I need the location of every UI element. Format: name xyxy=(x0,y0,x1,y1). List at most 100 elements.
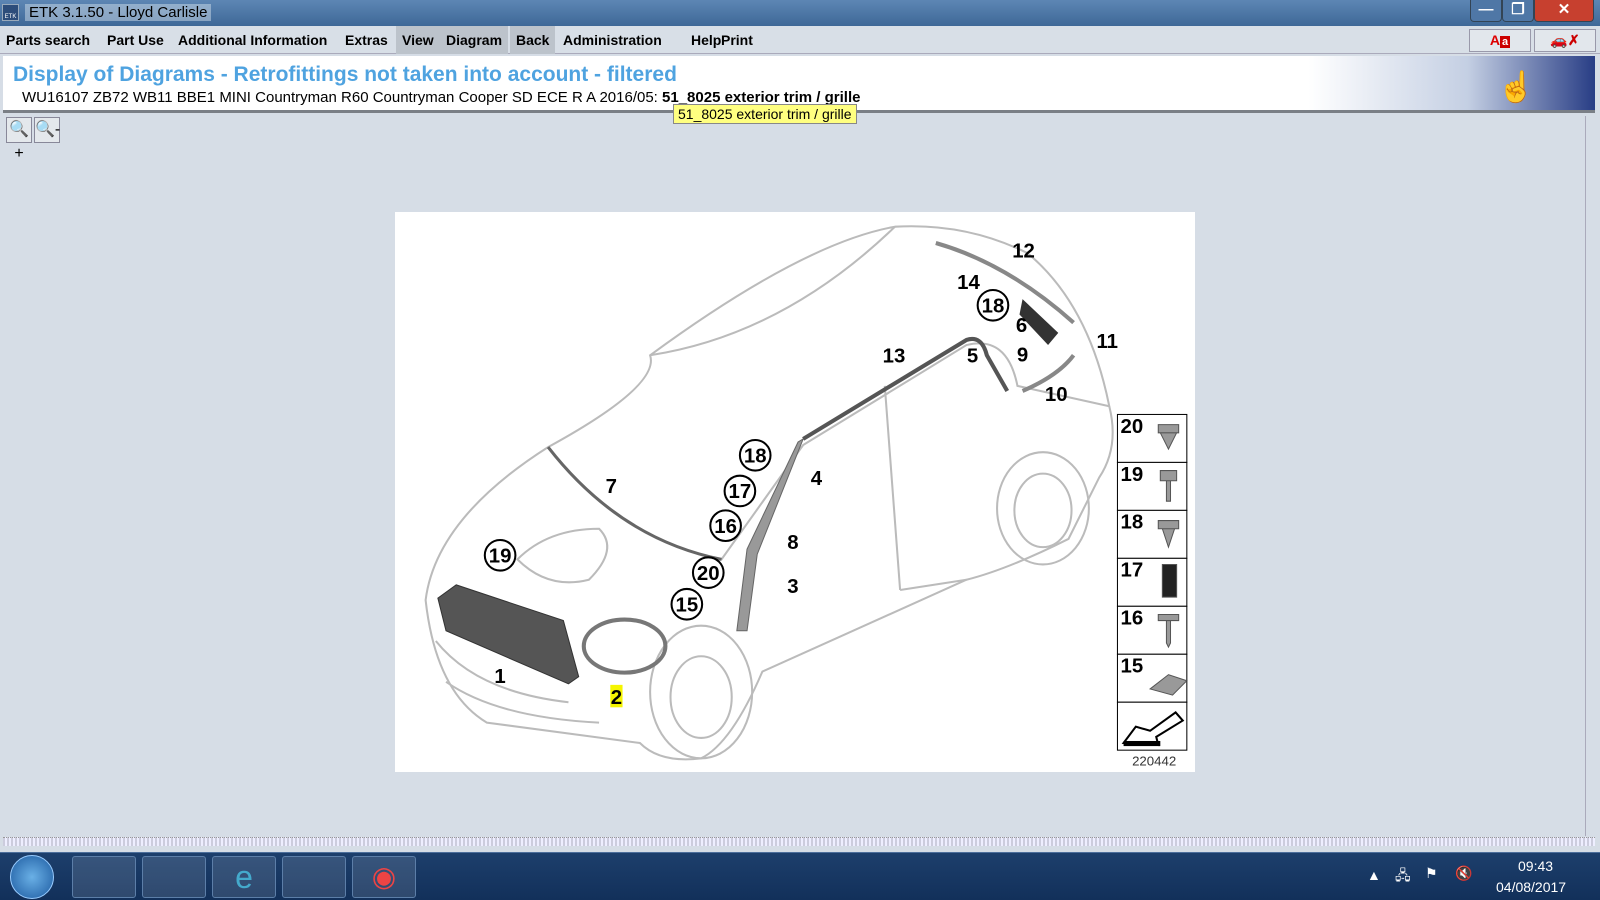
rear-trim-part[interactable] xyxy=(935,241,1076,393)
callout-label: 19 xyxy=(489,545,512,567)
menu-diagram[interactable]: Diagram xyxy=(440,26,509,54)
zoom-in-icon: 🔍+ xyxy=(9,121,29,162)
callout-14[interactable]: 14 xyxy=(957,272,980,294)
font-toggle-icon: A xyxy=(1489,32,1500,48)
internet-explorer-icon: e xyxy=(235,859,253,895)
callout-label: 7 xyxy=(606,476,617,498)
menu-part-use[interactable]: Part Use xyxy=(101,26,170,54)
taskbar-app-ibm[interactable] xyxy=(282,856,346,898)
vehicle-description: WU16107 ZB72 WB11 BBE1 MINI Countryman R… xyxy=(22,89,658,106)
callout-label: 14 xyxy=(957,272,980,294)
horizontal-scrollbar[interactable] xyxy=(3,837,1595,846)
taskbar-app-etk[interactable] xyxy=(72,856,136,898)
callout-8[interactable]: 8 xyxy=(787,532,798,554)
restore-button[interactable]: ❐ xyxy=(1502,0,1534,22)
headlight-trim-part[interactable] xyxy=(581,617,668,675)
clock-date[interactable]: 04/08/2017 xyxy=(1496,879,1566,895)
vertical-scrollbar[interactable] xyxy=(1585,116,1597,836)
callout-label: 20 xyxy=(697,563,720,585)
legend-item-16[interactable]: 16 xyxy=(1116,605,1188,655)
show-hidden-icons[interactable]: ▲ xyxy=(1367,867,1381,883)
legend-item-18[interactable]: 18 xyxy=(1116,509,1188,559)
menu-parts-search[interactable]: Parts search xyxy=(0,26,96,54)
window-title: ETK 3.1.50 - Lloyd Carlisle xyxy=(25,4,212,21)
legend-item-15[interactable]: 15 xyxy=(1116,653,1188,703)
callout-6[interactable]: 6 xyxy=(1016,315,1027,337)
tooltip: 51_8025 exterior trim / grille xyxy=(673,104,857,124)
callout-label: 12 xyxy=(1012,240,1035,262)
taskbar: e ◉ ▲ 🖧 ⚑ 🔇 09:43 04/08/2017 xyxy=(0,852,1600,900)
callout-label: 13 xyxy=(883,345,906,367)
vehicle-crossed-icon: 🚗✗ xyxy=(1550,32,1580,48)
legend-number: 15 xyxy=(1121,656,1144,678)
callout-20[interactable]: 20 xyxy=(691,556,725,589)
callout-11[interactable]: 11 xyxy=(1096,331,1118,353)
windscreen-seal-part[interactable] xyxy=(546,446,722,561)
taskbar-app-explorer[interactable] xyxy=(142,856,206,898)
menu-print[interactable]: Print xyxy=(715,26,759,54)
callout-5[interactable]: 5 xyxy=(967,345,978,367)
car-outline xyxy=(424,225,1114,761)
legend-item-17[interactable]: 17 xyxy=(1116,557,1188,607)
callout-17[interactable]: 17 xyxy=(723,474,757,508)
menu-bar: Parts search Part Use Additional Informa… xyxy=(0,26,1600,54)
callout-13[interactable]: 13 xyxy=(883,345,906,367)
close-button[interactable]: ✕ xyxy=(1534,0,1594,22)
navigate-arrow-button[interactable] xyxy=(1116,701,1188,751)
callout-label: 8 xyxy=(787,532,798,554)
diagram-id: 220442 xyxy=(1132,753,1176,768)
legend-number: 16 xyxy=(1121,608,1144,630)
legend-number: 17 xyxy=(1121,560,1144,582)
zoom-in-button[interactable]: 🔍+ xyxy=(6,117,32,162)
callout-18[interactable]: 18 xyxy=(976,288,1010,322)
start-button[interactable] xyxy=(10,855,54,899)
callout-label: 2 xyxy=(611,687,622,709)
legend-item-19[interactable]: 19 xyxy=(1116,461,1188,511)
callout-18[interactable]: 18 xyxy=(738,438,772,472)
callout-1[interactable]: 1 xyxy=(494,666,505,688)
parts-diagram[interactable]: 12 14 18 6 11 13 5 9 10 18 4 17 7 16 8 19 20 3 15 1 2 20 19 18… xyxy=(395,212,1195,772)
network-icon[interactable]: 🖧 xyxy=(1395,865,1411,889)
vehicle-crossed-button[interactable]: 🚗✗ xyxy=(1534,29,1596,52)
taskbar-app-internet-explorer[interactable]: e xyxy=(212,856,276,898)
fastener-17-icon xyxy=(1161,563,1178,598)
callout-3[interactable]: 3 xyxy=(787,576,798,598)
callout-label: 6 xyxy=(1016,315,1027,337)
legend-item-20[interactable]: 20 xyxy=(1116,413,1188,463)
callout-15[interactable]: 15 xyxy=(670,587,704,621)
zoom-out-icon: 🔍- xyxy=(35,121,61,138)
chrome-icon: ◉ xyxy=(371,861,397,892)
menu-administration[interactable]: Administration xyxy=(557,26,668,54)
font-size-button[interactable]: Aa xyxy=(1469,29,1531,52)
clock-time[interactable]: 09:43 xyxy=(1518,858,1553,874)
menu-extras[interactable]: Extras xyxy=(339,26,394,54)
taskbar-app-chrome[interactable]: ◉ xyxy=(352,856,416,898)
action-center-flag-icon[interactable]: ⚑ xyxy=(1425,865,1438,882)
callout-16[interactable]: 16 xyxy=(709,509,742,542)
callout-label: 9 xyxy=(1017,344,1028,366)
callout-7[interactable]: 7 xyxy=(606,476,617,498)
callout-label: 16 xyxy=(714,516,737,538)
legend-number: 19 xyxy=(1121,464,1144,486)
callout-9[interactable]: 9 xyxy=(1017,344,1028,366)
callout-label: 18 xyxy=(982,295,1005,317)
callout-10[interactable]: 10 xyxy=(1045,384,1068,406)
callout-label: 18 xyxy=(744,445,767,467)
grille-part[interactable] xyxy=(437,584,580,685)
zoom-out-button[interactable]: 🔍- xyxy=(34,117,60,143)
callout-12[interactable]: 12 xyxy=(1012,240,1035,262)
callout-label: 1 xyxy=(494,666,505,688)
callout-label: 5 xyxy=(967,345,978,367)
menu-back[interactable]: Back xyxy=(510,26,556,54)
volume-muted-icon[interactable]: 🔇 xyxy=(1455,865,1472,882)
callout-2[interactable]: 2 xyxy=(610,684,623,709)
page-title: Display of Diagrams - Retrofittings not … xyxy=(13,63,677,86)
etk-app-icon: ETK xyxy=(2,4,19,21)
minimize-button[interactable]: — xyxy=(1470,0,1502,22)
callout-4[interactable]: 4 xyxy=(811,468,823,490)
menu-additional-information[interactable]: Additional Information xyxy=(172,26,333,54)
callout-label: 3 xyxy=(787,576,798,598)
callout-label: 4 xyxy=(811,468,823,490)
menu-view[interactable]: View xyxy=(396,26,440,54)
callout-19[interactable]: 19 xyxy=(483,538,517,572)
